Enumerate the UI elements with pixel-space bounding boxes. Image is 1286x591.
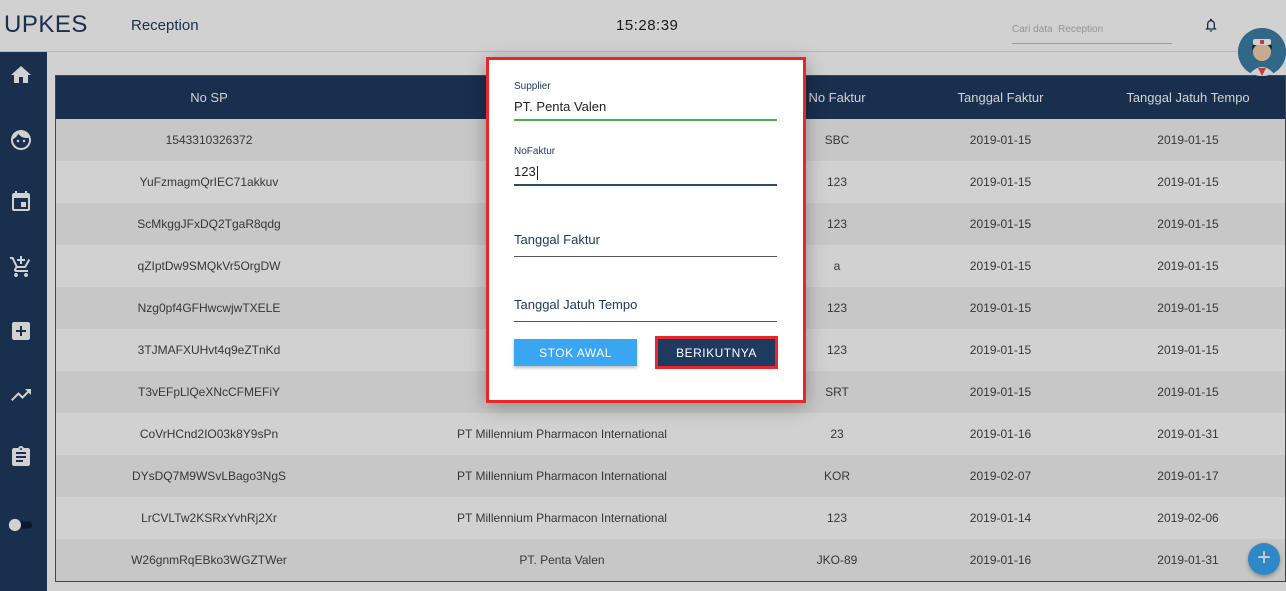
tanggal-jatuh-tempo-underline	[514, 321, 777, 322]
supplier-value[interactable]: PT. Penta Valen	[514, 99, 777, 119]
tanggal-faktur-field[interactable]: Tanggal Faktur	[514, 232, 777, 257]
nofaktur-label: NoFaktur	[514, 146, 556, 157]
nofaktur-input[interactable]: 123	[514, 164, 777, 184]
text-cursor	[536, 165, 538, 180]
stok-awal-button[interactable]: STOK AWAL	[514, 339, 637, 366]
tanggal-faktur-label: Tanggal Faktur	[514, 232, 600, 247]
tanggal-jatuh-tempo-label: Tanggal Jatuh Tempo	[514, 297, 638, 312]
supplier-label: Supplier	[514, 81, 551, 92]
nofaktur-underline	[514, 184, 777, 186]
tanggal-jatuh-tempo-field[interactable]: Tanggal Jatuh Tempo	[514, 297, 777, 322]
supplier-field[interactable]: Supplier PT. Penta Valen	[514, 81, 777, 121]
tanggal-faktur-underline	[514, 256, 777, 257]
berikutnya-button[interactable]: BERIKUTNYA	[658, 339, 775, 366]
supplier-underline	[514, 119, 777, 121]
nofaktur-value: 123	[514, 164, 536, 179]
nofaktur-field[interactable]: NoFaktur 123	[514, 146, 777, 186]
invoice-dialog: Supplier PT. Penta Valen NoFaktur 123 Ta…	[486, 57, 806, 403]
